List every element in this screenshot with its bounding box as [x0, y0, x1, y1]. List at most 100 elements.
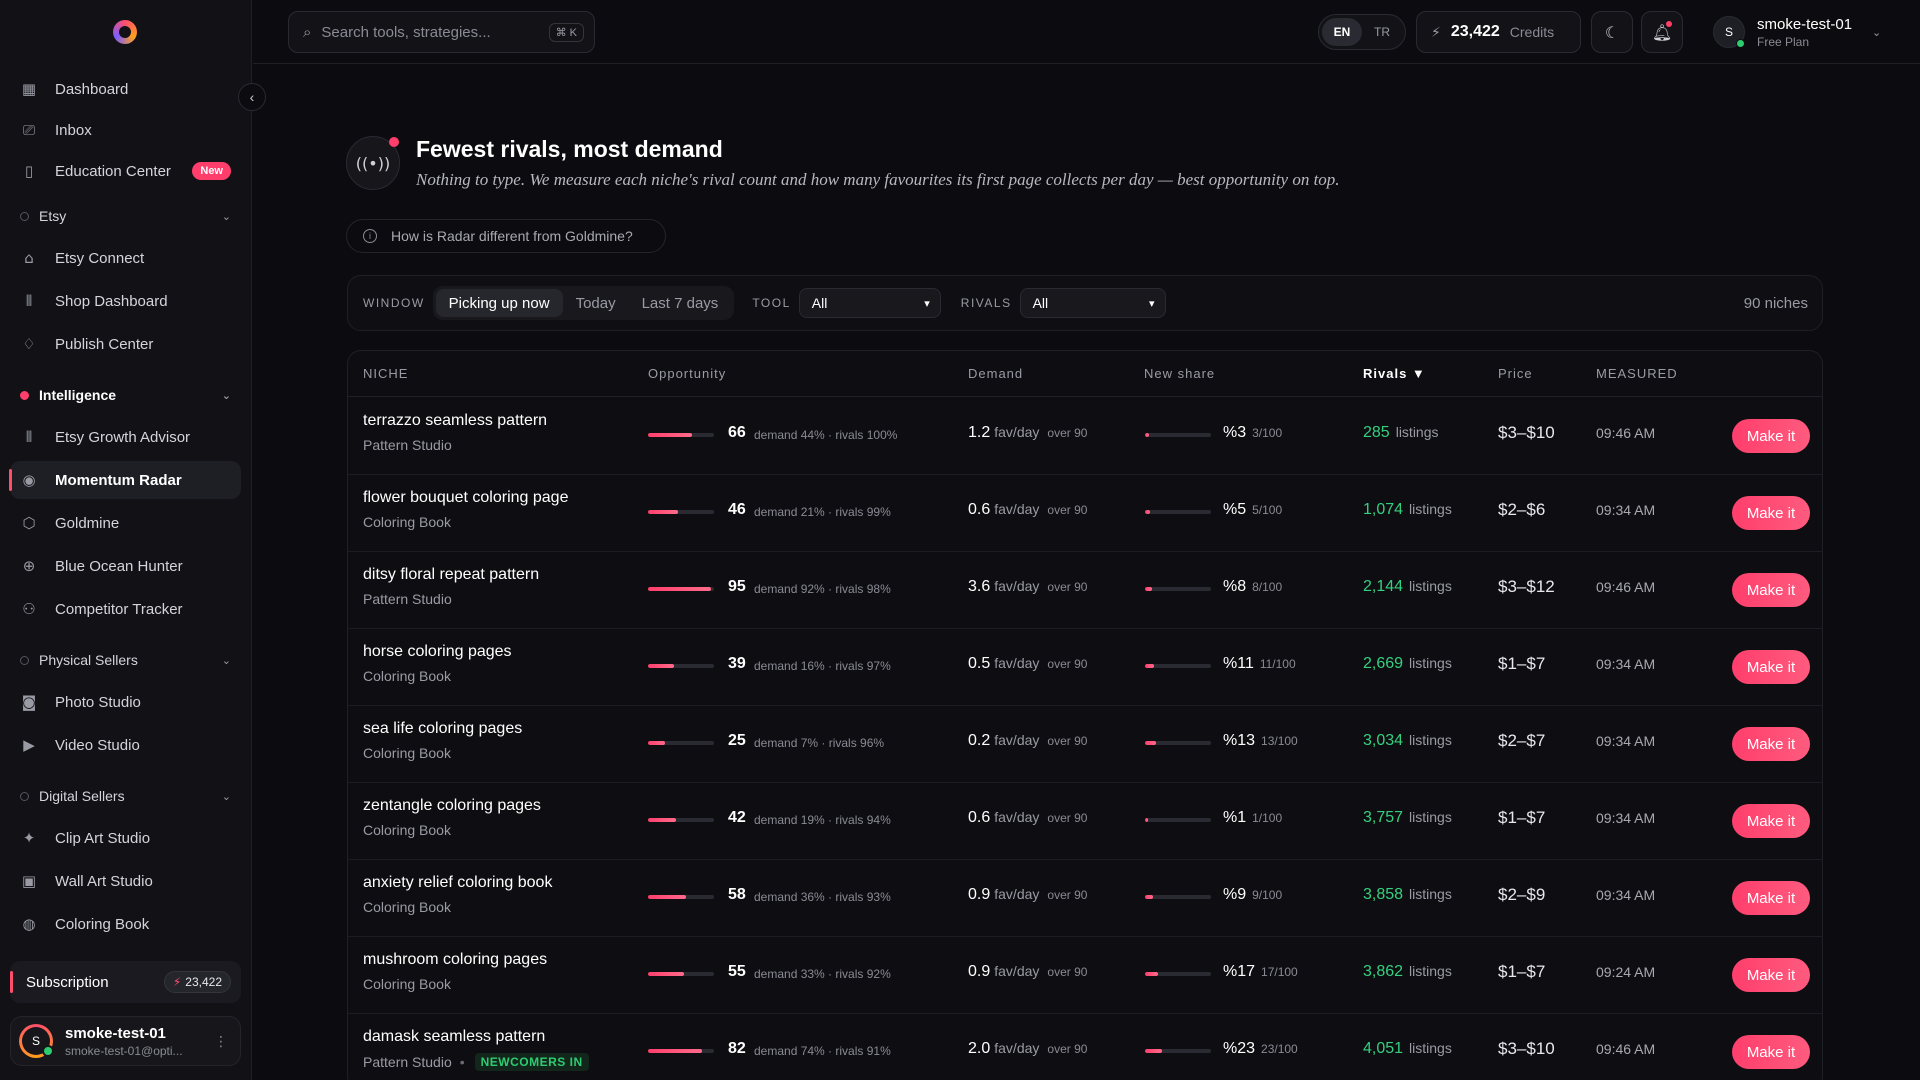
demand-value: 0.6 fav/day over 90: [968, 501, 1087, 519]
col-rivals[interactable]: Rivals ▼: [1363, 366, 1426, 381]
col-demand[interactable]: Demand: [968, 366, 1023, 381]
sidebar-item-video-studio[interactable]: ▶ Video Studio: [10, 726, 241, 764]
table-row: ditsy floral repeat pattern Pattern Studi…: [348, 552, 1822, 629]
sidebar-item-wall-art-studio[interactable]: ▣ Wall Art Studio: [10, 862, 241, 900]
lang-en-button[interactable]: EN: [1322, 18, 1362, 46]
window-option-today[interactable]: Today: [563, 289, 629, 317]
make-it-button[interactable]: Make it: [1732, 650, 1810, 684]
niche-name[interactable]: terrazzo seamless pattern: [363, 412, 547, 430]
user-card[interactable]: S smoke-test-01 smoke-test-01@opti... ⋮: [10, 1016, 241, 1066]
window-option-picking-up-now[interactable]: Picking up now: [435, 289, 563, 317]
col-new-share[interactable]: New share: [1144, 366, 1215, 381]
moon-icon: ☾: [1604, 22, 1620, 42]
faq-button[interactable]: i How is Radar different from Goldmine?: [346, 219, 666, 253]
new-badge: New: [192, 162, 231, 180]
sidebar-section-etsy[interactable]: Etsy ⌄: [10, 200, 241, 232]
sidebar-item-education-center[interactable]: ▯ Education Center New: [10, 152, 241, 190]
credits-button[interactable]: ⚡ 23,422 Credits: [1416, 11, 1581, 53]
sidebar-item-momentum-radar[interactable]: ◉ Momentum Radar: [9, 461, 241, 499]
app-logo[interactable]: [113, 20, 137, 44]
niche-name[interactable]: ditsy floral repeat pattern: [363, 566, 539, 584]
search-box[interactable]: ⌕ ⌘ K: [288, 11, 595, 53]
make-it-button[interactable]: Make it: [1732, 419, 1810, 453]
niche-name[interactable]: horse coloring pages: [363, 643, 512, 661]
new-share-meta: 17/100: [1261, 965, 1298, 979]
niche-name[interactable]: mushroom coloring pages: [363, 951, 547, 969]
opportunity-bar-fill: [648, 972, 685, 976]
collapse-sidebar-button[interactable]: ‹: [238, 83, 266, 111]
make-it-button[interactable]: Make it: [1732, 881, 1810, 915]
newcomers-badge: NEWCOMERS IN: [474, 1053, 589, 1071]
niche-tool: Coloring Book: [363, 899, 451, 915]
sidebar-item-label: Goldmine: [55, 514, 120, 532]
sidebar-item-etsy-growth-advisor[interactable]: ⫴ Etsy Growth Advisor: [10, 418, 241, 456]
make-it-button[interactable]: Make it: [1732, 804, 1810, 838]
sidebar-item-shop-dashboard[interactable]: ⫴ Shop Dashboard: [10, 282, 241, 320]
notifications-button[interactable]: 🔔︎: [1641, 11, 1683, 53]
sidebar-section-physical-sellers[interactable]: Physical Sellers ⌄: [10, 644, 241, 676]
opportunity-bar: [648, 972, 714, 976]
separator-dot: •: [459, 1054, 465, 1070]
table-row: zentangle coloring pages Coloring Book 42 d…: [348, 783, 1822, 860]
col-price[interactable]: Price: [1498, 366, 1533, 381]
demand-number: 2.0: [968, 1040, 991, 1057]
sidebar-item-goldmine[interactable]: ⬡ Goldmine: [10, 504, 241, 542]
sidebar-section-intelligence[interactable]: Intelligence ⌄: [10, 379, 241, 411]
new-share-bar: [1145, 972, 1211, 976]
sidebar-item-label: Dashboard: [55, 80, 129, 98]
table-row: anxiety relief coloring book Coloring Boo…: [348, 860, 1822, 937]
col-opportunity[interactable]: Opportunity: [648, 366, 726, 381]
niche-name[interactable]: flower bouquet coloring page: [363, 489, 568, 507]
col-measured[interactable]: MEASURED: [1596, 366, 1678, 381]
niche-name[interactable]: sea life coloring pages: [363, 720, 522, 738]
page-title: Fewest rivals, most demand: [416, 136, 723, 162]
theme-toggle-button[interactable]: ☾: [1591, 11, 1633, 53]
price-range: $3–$12: [1498, 577, 1555, 596]
new-share-meta: 8/100: [1252, 580, 1283, 594]
col-niche[interactable]: NICHE: [363, 366, 408, 381]
sidebar-item-photo-studio[interactable]: ◙ Photo Studio: [10, 683, 241, 721]
price-range: $2–$9: [1498, 885, 1546, 904]
new-share-percent: %5: [1223, 501, 1247, 518]
sidebar-item-coloring-book[interactable]: ◍ Coloring Book: [10, 905, 241, 943]
tool-select[interactable]: All ▾: [798, 288, 941, 318]
niche-name[interactable]: anxiety relief coloring book: [363, 874, 552, 892]
sidebar-section-digital-sellers[interactable]: Digital Sellers ⌄: [10, 780, 241, 812]
demand-number: 0.6: [968, 809, 991, 826]
opportunity-meta: demand 44% · rivals 100%: [754, 428, 898, 442]
make-it-button[interactable]: Make it: [1732, 496, 1810, 530]
make-it-button[interactable]: Make it: [1732, 958, 1810, 992]
more-vertical-icon[interactable]: ⋮: [214, 1033, 228, 1050]
rivals-count: 1,074: [1363, 501, 1404, 518]
avatar: S: [19, 1024, 54, 1058]
make-it-button[interactable]: Make it: [1732, 727, 1810, 761]
chevron-left-icon: ‹: [249, 89, 255, 105]
sidebar-item-clip-art-studio[interactable]: ✦ Clip Art Studio: [10, 819, 241, 857]
section-label: Physical Sellers: [39, 652, 138, 668]
bar-chart-icon: ⫴: [25, 428, 33, 446]
new-share-bar: [1145, 664, 1211, 668]
sidebar-item-inbox[interactable]: ⎚ Inbox: [10, 111, 241, 149]
opportunity-bar: [648, 818, 714, 822]
user-menu[interactable]: S smoke-test-01 Free Plan ⌄: [1713, 12, 1881, 52]
new-share-meta: 13/100: [1261, 734, 1298, 748]
lang-tr-button[interactable]: TR: [1362, 18, 1402, 46]
window-option-last-7-days[interactable]: Last 7 days: [629, 289, 732, 317]
subscription-button[interactable]: Subscription ⚡ 23,422: [10, 961, 241, 1003]
niche-name[interactable]: zentangle coloring pages: [363, 797, 541, 815]
search-input[interactable]: [321, 23, 542, 41]
make-it-button[interactable]: Make it: [1732, 1035, 1810, 1069]
sidebar-item-competitor-tracker[interactable]: ⚇ Competitor Tracker: [10, 590, 241, 628]
demand-number: 0.9: [968, 886, 991, 903]
rivals-select[interactable]: All ▾: [1019, 288, 1166, 318]
sidebar-item-blue-ocean-hunter[interactable]: ⊕ Blue Ocean Hunter: [10, 547, 241, 585]
rivals-count: 3,757: [1363, 809, 1404, 826]
opportunity-score: 46: [728, 501, 746, 518]
sidebar-item-dashboard[interactable]: ▦ Dashboard: [10, 70, 241, 108]
niche-name[interactable]: damask seamless pattern: [363, 1028, 545, 1046]
sidebar-item-etsy-connect[interactable]: ⌂ Etsy Connect: [10, 239, 241, 277]
opportunity-score: 95: [728, 578, 746, 595]
make-it-button[interactable]: Make it: [1732, 573, 1810, 607]
opportunity-meta: demand 33% · rivals 92%: [754, 967, 891, 981]
sidebar-item-publish-center[interactable]: ♢ Publish Center: [10, 325, 241, 363]
